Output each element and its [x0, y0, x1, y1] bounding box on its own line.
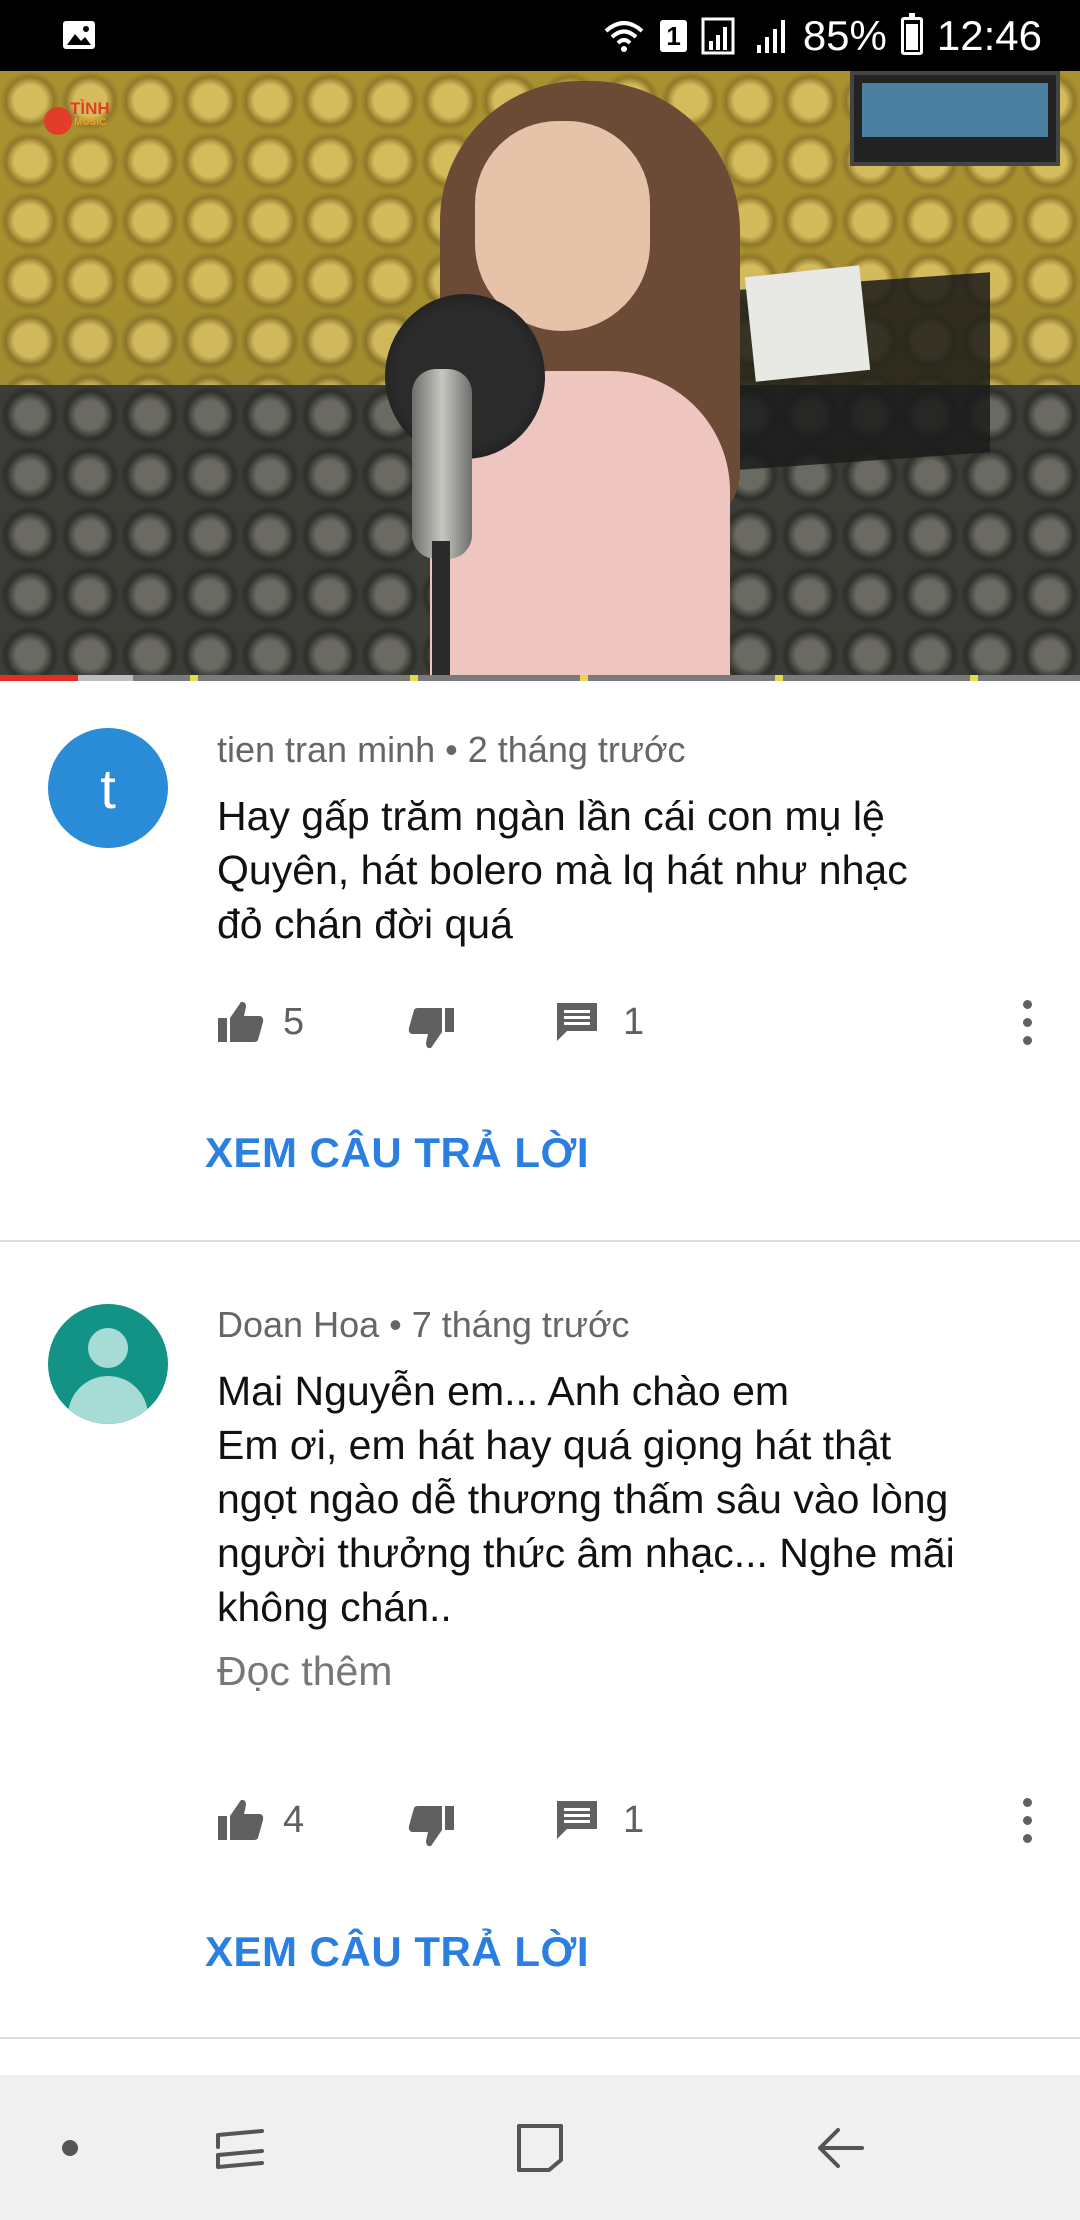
view-replies-button[interactable]: XEM CÂU TRẢ LỜI	[205, 1129, 589, 1177]
battery-icon	[900, 12, 923, 55]
read-more-link[interactable]: Đọc thêm	[217, 1648, 392, 1695]
avatar[interactable]	[48, 1304, 168, 1424]
recent-apps-button[interactable]	[190, 2075, 290, 2220]
signal-bars-icon	[756, 19, 785, 53]
thumbs-up-icon	[218, 1799, 264, 1840]
comment-item: Doan Hoa • 7 tháng trước Mai Nguyễn em..…	[0, 1242, 1080, 2039]
comment-line: Quyên, hát bolero mà lq hát như nhạc	[217, 847, 908, 893]
channel-logo: TÌNH MUSIC	[44, 99, 128, 139]
comment-line: Em ơi, em hát hay quá giọng hát thật	[217, 1422, 892, 1468]
thumbs-down-icon	[408, 1008, 454, 1049]
comment-line: Hay gấp trăm ngàn lần cái con mụ lệ	[217, 793, 885, 839]
reply-count: 1	[623, 1798, 645, 1841]
comment-author[interactable]: tien tran minh	[217, 729, 435, 770]
comment-line: ngọt ngào dễ thương thấm sâu vào lòng	[217, 1476, 949, 1522]
comment-time: 7 tháng trước	[411, 1304, 630, 1345]
back-icon	[818, 2127, 864, 2168]
more-options-button[interactable]	[1007, 1790, 1047, 1850]
reply-button[interactable]: 1	[555, 1790, 644, 1850]
recent-apps-icon	[216, 2128, 264, 2169]
comment-icon	[557, 1801, 597, 1839]
nav-dot-button[interactable]	[30, 2075, 110, 2220]
comment-icon	[557, 1003, 597, 1041]
clock: 12:46	[936, 11, 1042, 59]
comment-author[interactable]: Doan Hoa	[217, 1304, 379, 1345]
home-button[interactable]	[490, 2075, 590, 2220]
like-button[interactable]: 5	[217, 992, 304, 1052]
status-bar: 1 85% 12:46	[0, 0, 1080, 71]
comment-text: Hay gấp trăm ngàn lần cái con mụ lệ Quyê…	[217, 789, 1037, 951]
comment-actions: 5 1	[217, 992, 1047, 1052]
like-count: 5	[283, 1000, 305, 1043]
avatar[interactable]: t	[48, 728, 168, 848]
dislike-button[interactable]	[407, 992, 455, 1052]
thumbs-up-icon	[218, 1001, 264, 1042]
view-replies-button[interactable]: XEM CÂU TRẢ LỜI	[205, 1928, 589, 1976]
meta-separator: •	[445, 729, 458, 770]
home-icon	[517, 2123, 563, 2172]
comment-text: Mai Nguyễn em... Anh chào em Em ơi, em h…	[217, 1364, 1037, 1634]
comment-line: đỏ chán đời quá	[217, 901, 513, 947]
video-player[interactable]: TÌNH MUSIC	[0, 71, 1080, 675]
battery-percent: 85%	[802, 11, 887, 59]
like-button[interactable]: 4	[217, 1790, 304, 1850]
default-avatar-icon	[88, 1328, 128, 1368]
sim-indicator: 1	[660, 19, 687, 52]
comment-item: t tien tran minh • 2 tháng trước Hay gấp…	[0, 681, 1080, 1241]
dot-icon	[62, 2139, 78, 2156]
wifi-icon	[605, 20, 644, 52]
back-button[interactable]	[790, 2075, 890, 2220]
comment-line: Mai Nguyễn em... Anh chào em	[217, 1368, 790, 1414]
comment-line: người thưởng thức âm nhạc... Nghe mãi	[217, 1530, 955, 1576]
dislike-button[interactable]	[407, 1790, 455, 1850]
comment-time: 2 tháng trước	[467, 729, 686, 770]
gallery-icon	[63, 21, 95, 49]
thumbs-down-icon	[408, 1806, 454, 1847]
comment-meta: Doan Hoa • 7 tháng trước	[217, 1304, 630, 1346]
reply-count: 1	[623, 1000, 645, 1043]
reply-button[interactable]: 1	[555, 992, 644, 1052]
system-nav-bar	[0, 2075, 1080, 2220]
comment-meta: tien tran minh • 2 tháng trước	[217, 729, 686, 771]
comment-line: không chán..	[217, 1584, 452, 1630]
meta-separator: •	[389, 1304, 402, 1345]
divider	[0, 2037, 1080, 2039]
signal-icon	[701, 17, 735, 54]
studio-monitor	[850, 71, 1060, 166]
like-count: 4	[283, 1798, 305, 1841]
comment-actions: 4 1	[217, 1790, 1047, 1850]
more-options-button[interactable]	[1007, 992, 1047, 1052]
